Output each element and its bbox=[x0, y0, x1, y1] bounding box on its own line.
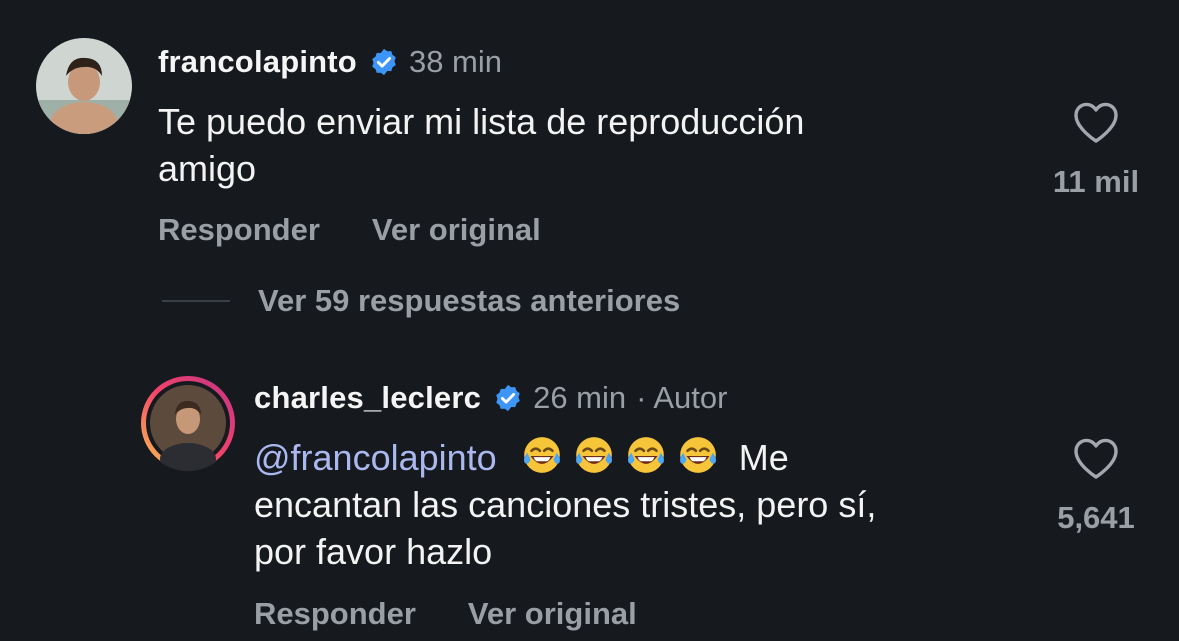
comment-text-line: Te puedo enviar mi lista de reproducción bbox=[158, 101, 805, 142]
heart-icon[interactable] bbox=[1072, 100, 1120, 144]
laughing-emoji-icon bbox=[679, 437, 716, 473]
reply-button[interactable]: Responder bbox=[254, 596, 416, 632]
like-control: 5,641 bbox=[1044, 436, 1148, 536]
comment-text: Te puedo enviar mi lista de reproducción… bbox=[158, 98, 1018, 192]
verified-badge-icon bbox=[496, 384, 520, 412]
emoji-group bbox=[521, 437, 739, 478]
comment-header: francolapinto 38 min bbox=[158, 44, 502, 80]
comment-header: charles_leclerc 26 min · Autor bbox=[254, 380, 727, 416]
avatar-story-ring bbox=[141, 376, 235, 471]
comment-time: 38 min bbox=[408, 44, 502, 79]
like-control: 11 mil bbox=[1044, 100, 1148, 200]
comment-text-line: encantan las canciones tristes, pero sí, bbox=[254, 484, 877, 525]
view-replies-label[interactable]: Ver 59 respuestas anteriores bbox=[258, 283, 680, 319]
laughing-emoji-icon bbox=[627, 437, 664, 473]
heart-icon[interactable] bbox=[1072, 436, 1120, 480]
comment-actions: Responder Ver original bbox=[254, 596, 637, 632]
comment-text-fragment: Me bbox=[738, 437, 789, 478]
view-replies[interactable]: Ver 59 respuestas anteriores bbox=[162, 283, 680, 319]
comment-text-line: por favor hazlo bbox=[254, 531, 493, 572]
laughing-emoji-icon bbox=[523, 437, 560, 473]
comment-text-line: @francolapinto Me bbox=[254, 434, 1034, 481]
avatar-charles_leclerc[interactable] bbox=[140, 375, 236, 471]
author-badge: · Autor bbox=[636, 380, 728, 415]
like-count: 5,641 bbox=[1057, 500, 1135, 535]
avatar-francolapinto[interactable] bbox=[36, 38, 132, 134]
like-count: 11 mil bbox=[1052, 164, 1140, 199]
replies-divider bbox=[162, 300, 230, 302]
reply-button[interactable]: Responder bbox=[158, 212, 320, 248]
verified-badge-icon bbox=[372, 48, 396, 76]
laughing-emoji-icon bbox=[575, 437, 612, 473]
comment-actions: Responder Ver original bbox=[158, 212, 541, 248]
avatar-photo bbox=[36, 38, 132, 134]
mention-link[interactable]: @francolapinto bbox=[254, 437, 497, 478]
comment-text: @francolapinto Me encantan las canciones… bbox=[254, 434, 1034, 575]
username[interactable]: charles_leclerc bbox=[254, 380, 481, 416]
see-original-button[interactable]: Ver original bbox=[372, 212, 541, 248]
username[interactable]: francolapinto bbox=[158, 44, 357, 80]
comment-text-line: amigo bbox=[158, 148, 257, 189]
see-original-button[interactable]: Ver original bbox=[468, 596, 637, 632]
comment-time: 26 min bbox=[533, 380, 627, 415]
